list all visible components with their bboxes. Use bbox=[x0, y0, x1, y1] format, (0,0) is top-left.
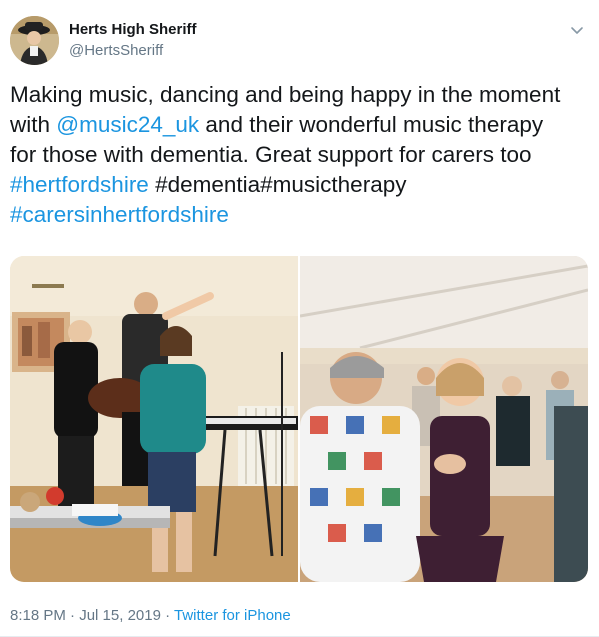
hashtag-link[interactable]: #carersinhertfordshire bbox=[10, 202, 229, 227]
chevron-down-icon[interactable] bbox=[567, 20, 587, 40]
avatar[interactable] bbox=[10, 16, 59, 65]
tweet-text: Making music, dancing and being happy in… bbox=[10, 80, 590, 230]
photo-dancing[interactable] bbox=[299, 256, 588, 582]
tweet-line: with bbox=[10, 112, 57, 137]
photo-music-session[interactable] bbox=[10, 256, 298, 582]
hashtag-link[interactable]: #hertfordshire bbox=[10, 172, 149, 197]
tweet-date[interactable]: Jul 15, 2019 bbox=[79, 607, 161, 624]
media-grid bbox=[10, 256, 588, 582]
author-handle[interactable]: @HertsSheriff bbox=[69, 42, 163, 59]
tweet-source-link[interactable]: Twitter for iPhone bbox=[174, 607, 291, 624]
tweet-line: and their wonderful music therapy bbox=[199, 112, 544, 137]
tweet-meta: 8:18 PM · Jul 15, 2019 · Twitter for iPh… bbox=[10, 607, 291, 624]
tweet-line: #dementia#musictherapy bbox=[148, 172, 407, 197]
tweet-line: for those with dementia. Great support f… bbox=[10, 142, 532, 167]
author-name[interactable]: Herts High Sheriff bbox=[69, 21, 197, 38]
avatar-photo bbox=[10, 16, 59, 65]
tweet-time[interactable]: 8:18 PM bbox=[10, 607, 66, 624]
meta-separator: · bbox=[65, 607, 80, 624]
meta-separator: · bbox=[160, 607, 175, 624]
tweet-line: Making music, dancing and being happy in… bbox=[10, 82, 561, 107]
mention-link[interactable]: @music24_uk bbox=[56, 112, 199, 137]
tweet-card: Herts High Sheriff @HertsSheriff Making … bbox=[0, 0, 599, 637]
